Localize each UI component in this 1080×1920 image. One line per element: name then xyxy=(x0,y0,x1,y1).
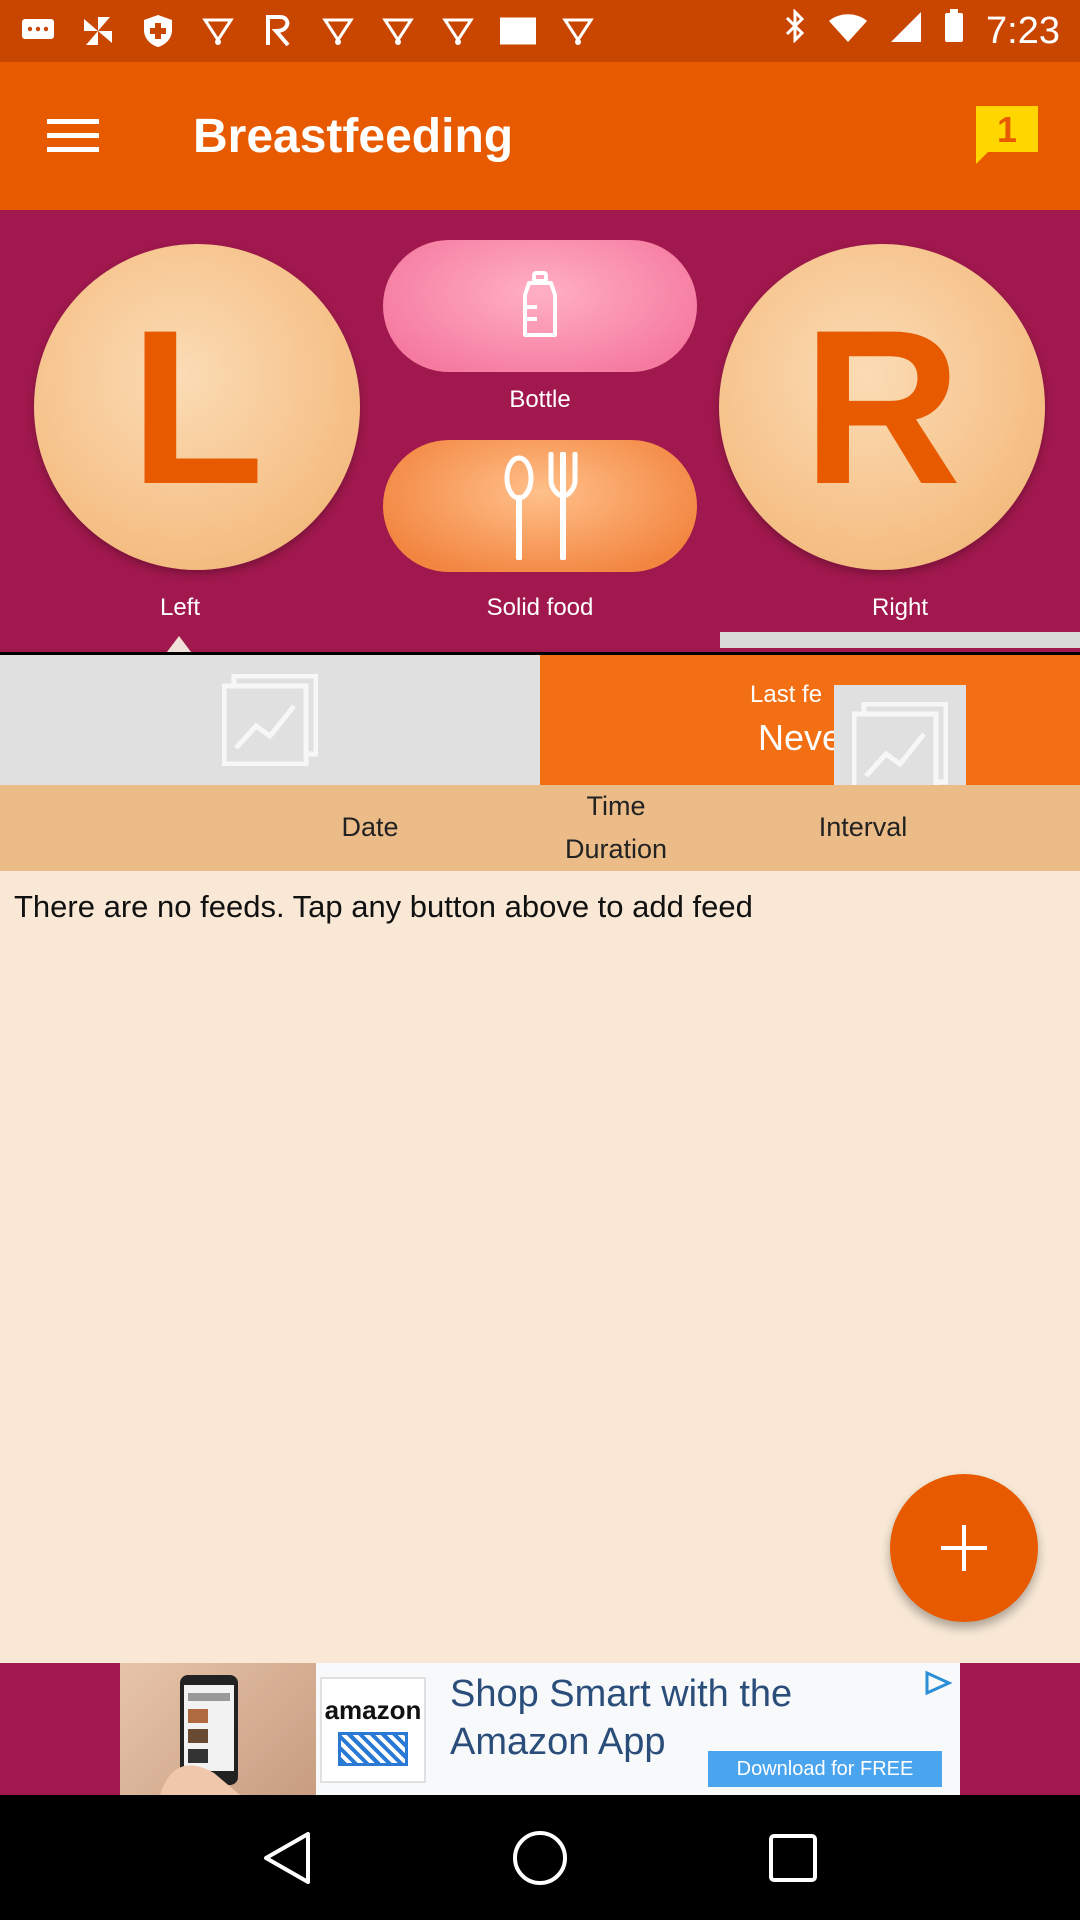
selected-side-indicator xyxy=(167,636,191,652)
last-feed-panel: Last fe Neve xyxy=(540,655,1080,811)
bottle-icon xyxy=(523,271,557,337)
recents-icon xyxy=(769,1833,818,1882)
amazon-logo: amazon xyxy=(320,1677,426,1783)
r-icon xyxy=(260,13,296,49)
bulb-icon xyxy=(560,13,596,49)
ad-download-button[interactable]: Download for FREE xyxy=(708,1751,942,1787)
bulb-icon xyxy=(440,13,476,49)
app-bar: Breastfeeding 1 xyxy=(0,62,1080,210)
badge-count: 1 xyxy=(997,109,1017,150)
interval-column-header: Interval xyxy=(818,812,908,842)
summary-row: Last fe Neve xyxy=(0,655,1080,811)
system-nav-bar xyxy=(0,1795,1080,1920)
ad-banner[interactable]: amazon Shop Smart with the Amazon App Do… xyxy=(120,1663,960,1795)
bulb-icon xyxy=(200,13,236,49)
home-icon xyxy=(512,1830,567,1885)
bulb-icon xyxy=(380,13,416,49)
page-title: Breastfeeding xyxy=(193,109,514,163)
left-breast-button[interactable]: L xyxy=(34,244,360,570)
signal-icon xyxy=(890,10,922,53)
bottle-label: Bottle xyxy=(509,386,571,413)
ad-brand: amazon xyxy=(324,1694,422,1725)
time-column-header: Time xyxy=(586,791,646,821)
square-icon xyxy=(500,13,536,49)
status-bar: 7:23 xyxy=(0,0,1080,62)
battery-icon xyxy=(944,9,964,53)
table-header: Date Time Duration Interval xyxy=(0,785,1080,871)
left-letter: L xyxy=(129,284,265,530)
wifi-icon xyxy=(828,10,868,53)
image-placeholder-icon xyxy=(222,674,318,766)
notification-icons xyxy=(20,13,596,49)
duration-column-header: Duration xyxy=(564,834,668,864)
right-side-indicator xyxy=(720,632,1080,648)
add-feed-button[interactable] xyxy=(890,1474,1038,1622)
left-label: Left xyxy=(159,594,201,621)
empty-message: There are no feeds. Tap any button above… xyxy=(14,889,753,924)
cart-icon xyxy=(338,1731,408,1766)
ad-headline-2: Amazon App xyxy=(450,1721,666,1763)
solid-food-label: Solid food xyxy=(486,594,594,621)
hamburger-icon xyxy=(47,119,99,152)
ad-choices-icon xyxy=(925,1671,952,1695)
system-status: 7:23 xyxy=(784,8,1060,53)
plus-icon xyxy=(941,1525,987,1571)
feed-buttons-panel: L Bottle R Left Solid food Right xyxy=(0,210,1080,652)
right-label: Right xyxy=(871,594,929,621)
image-placeholder-icon xyxy=(852,702,948,794)
chat-bubble-icon: 1 xyxy=(976,106,1038,164)
ad-phone-image xyxy=(120,1663,316,1795)
notification-badge-button[interactable]: 1 xyxy=(974,104,1040,166)
shield-icon xyxy=(140,13,176,49)
right-letter: R xyxy=(802,284,962,530)
ad-strip: amazon Shop Smart with the Amazon App Do… xyxy=(0,1663,1080,1795)
menu-button[interactable] xyxy=(28,91,118,181)
back-icon xyxy=(263,1831,310,1884)
back-button[interactable] xyxy=(252,1823,322,1893)
spoon-fork-icon xyxy=(504,452,578,560)
solid-food-button[interactable] xyxy=(383,440,697,572)
pinwheel-icon xyxy=(80,13,116,49)
chart-placeholder[interactable] xyxy=(0,655,540,785)
clock: 7:23 xyxy=(986,9,1060,52)
bottle-button[interactable] xyxy=(383,240,697,372)
message-icon xyxy=(20,13,56,49)
bluetooth-icon xyxy=(784,8,806,53)
date-column-header: Date xyxy=(341,812,399,842)
ad-headline-1: Shop Smart with the xyxy=(450,1673,793,1715)
home-button[interactable] xyxy=(505,1823,575,1893)
bulb-icon xyxy=(320,13,356,49)
recents-button[interactable] xyxy=(758,1823,828,1893)
last-feed-value: Neve xyxy=(758,717,843,758)
right-breast-button[interactable]: R xyxy=(719,244,1045,570)
last-feed-label: Last fe xyxy=(750,681,823,708)
